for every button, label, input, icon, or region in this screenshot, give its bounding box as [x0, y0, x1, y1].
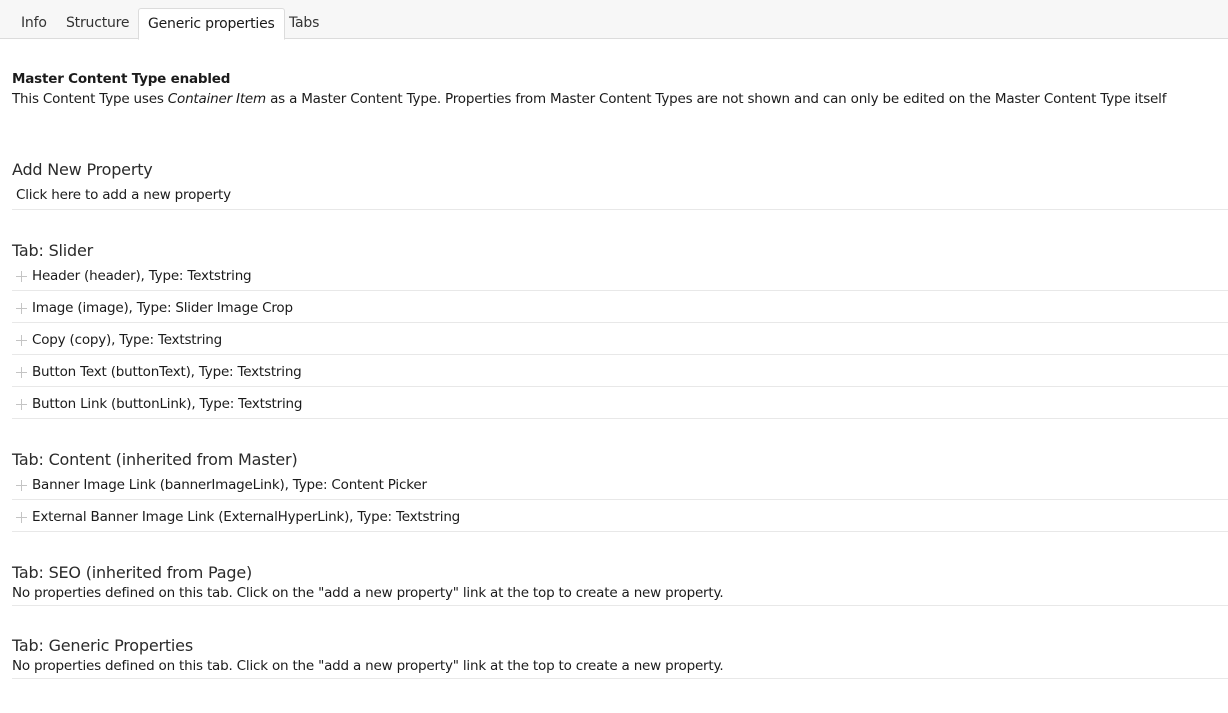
section-title-content: Tab: Content (inherited from Master): [12, 450, 298, 469]
property-row[interactable]: Copy (copy), Type: Textstring: [12, 323, 1228, 355]
empty-tab-note: No properties defined on this tab. Click…: [12, 585, 724, 601]
empty-tab-row: No properties defined on this tab. Click…: [12, 657, 1228, 679]
property-label[interactable]: Copy (copy), Type: Textstring: [32, 332, 222, 348]
master-content-type-title: Master Content Type enabled: [12, 71, 231, 87]
empty-tab-note: No properties defined on this tab. Click…: [12, 658, 724, 674]
master-content-type-description: This Content Type uses Container Item as…: [12, 91, 1166, 107]
drag-handle-icon[interactable]: [16, 399, 27, 410]
property-row[interactable]: Header (header), Type: Textstring: [12, 259, 1228, 291]
tab-generic-properties[interactable]: Generic properties: [138, 8, 285, 40]
master-desc-prefix: This Content Type uses: [12, 91, 168, 107]
property-row[interactable]: Banner Image Link (bannerImageLink), Typ…: [12, 468, 1228, 500]
drag-handle-icon[interactable]: [16, 480, 27, 491]
property-row[interactable]: External Banner Image Link (ExternalHype…: [12, 500, 1228, 532]
section-title-seo: Tab: SEO (inherited from Page): [12, 563, 253, 582]
drag-handle-icon[interactable]: [16, 271, 27, 282]
empty-tab-row: No properties defined on this tab. Click…: [12, 584, 1228, 606]
tab-tabs[interactable]: Tabs: [280, 8, 328, 39]
property-label[interactable]: Header (header), Type: Textstring: [32, 268, 252, 284]
master-content-type-name: Container Item: [167, 91, 266, 107]
drag-handle-icon[interactable]: [16, 335, 27, 346]
drag-handle-icon[interactable]: [16, 512, 27, 523]
property-row[interactable]: Button Link (buttonLink), Type: Textstri…: [12, 387, 1228, 419]
drag-handle-icon[interactable]: [16, 367, 27, 378]
property-label[interactable]: Button Text (buttonText), Type: Textstri…: [32, 364, 302, 380]
property-row[interactable]: Image (image), Type: Slider Image Crop: [12, 291, 1228, 323]
section-title-slider: Tab: Slider: [12, 241, 93, 260]
tab-bar: Info Structure Generic properties Tabs: [0, 0, 1228, 40]
tab-structure[interactable]: Structure: [57, 8, 138, 39]
property-label[interactable]: Button Link (buttonLink), Type: Textstri…: [32, 396, 302, 412]
section-title-generic-properties: Tab: Generic Properties: [12, 636, 193, 655]
property-label[interactable]: Image (image), Type: Slider Image Crop: [32, 300, 293, 316]
add-new-property-row: Click here to add a new property: [12, 178, 1228, 210]
tab-info[interactable]: Info: [12, 8, 56, 39]
drag-handle-icon[interactable]: [16, 303, 27, 314]
property-row[interactable]: Button Text (buttonText), Type: Textstri…: [12, 355, 1228, 387]
master-desc-suffix: as a Master Content Type. Properties fro…: [265, 91, 1167, 107]
add-new-property-link[interactable]: Click here to add a new property: [16, 187, 231, 203]
add-new-property-title: Add New Property: [12, 160, 153, 179]
property-label[interactable]: External Banner Image Link (ExternalHype…: [32, 509, 460, 525]
property-label[interactable]: Banner Image Link (bannerImageLink), Typ…: [32, 477, 427, 493]
